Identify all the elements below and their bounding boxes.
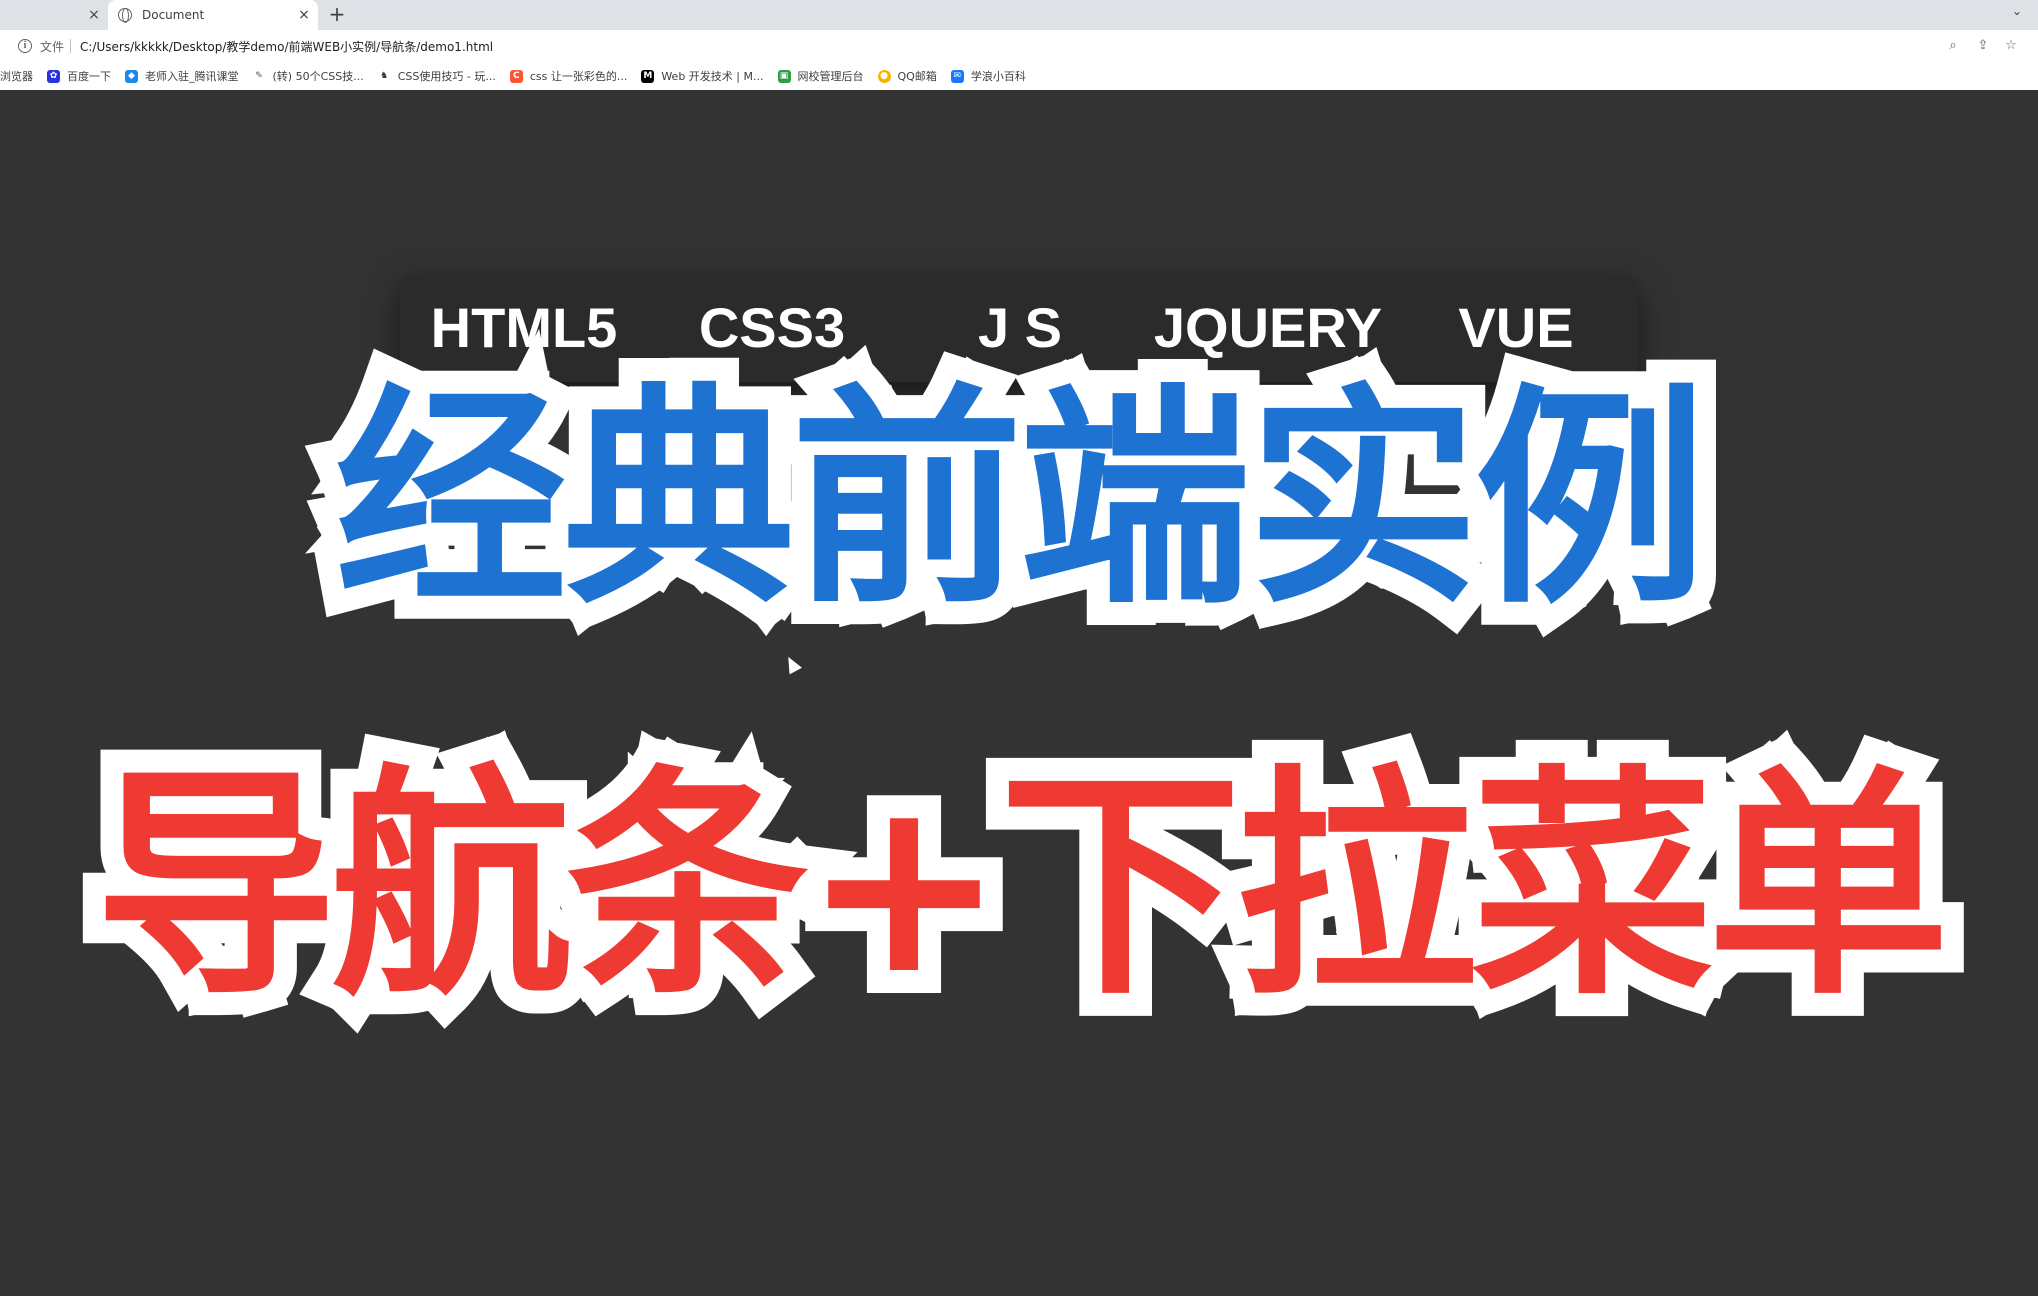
- csdn-icon: C: [509, 69, 523, 83]
- share-icon[interactable]: ⇪: [1974, 37, 1992, 55]
- bookmark-item[interactable]: ✎ (转) 50个CSS技...: [253, 68, 364, 84]
- url-input[interactable]: C:/Users/kkkkk/Desktop/教学demo/前端WEB小实例/导…: [80, 38, 493, 55]
- bookmark-item[interactable]: ♞ CSS使用技巧 - 玩...: [378, 68, 496, 84]
- bookmark-item[interactable]: 浏览器: [0, 68, 33, 84]
- juejin-icon: ♞: [380, 70, 389, 81]
- bookmark-label: css 让一张彩色的...: [529, 70, 628, 83]
- xuelang-icon: ✉: [950, 69, 964, 83]
- page-viewport: HTML5 CSS3 J S JQUERY VUE: [0, 90, 2038, 1296]
- file-label: 文件: [40, 40, 65, 54]
- bookmark-label: 浏览器: [0, 70, 33, 83]
- tencent-classroom-icon: ◆: [125, 69, 138, 83]
- bookmark-label: 百度一下: [67, 70, 111, 83]
- bookmark-item[interactable]: M Web 开发技术 | M...: [641, 68, 764, 84]
- bookmark-item[interactable]: ▣ 网校管理后台: [777, 68, 864, 84]
- tab-title: Document: [142, 8, 205, 22]
- tab-close-icon[interactable]: ×: [86, 7, 102, 23]
- bookmark-label: 老师入驻_腾讯课堂: [145, 70, 239, 83]
- bookmark-star-icon[interactable]: ☆: [2002, 37, 2020, 55]
- bookmark-item[interactable]: ✿ 百度一下: [47, 68, 111, 84]
- baidu-paw-icon: ✿: [47, 69, 60, 83]
- bookmark-label: 网校管理后台: [797, 70, 864, 83]
- bookmark-item[interactable]: ◆ 老师入驻_腾讯课堂: [125, 68, 239, 84]
- globe-icon: [118, 8, 132, 23]
- bookmark-item[interactable]: ✉ 学浪小百科: [950, 68, 1026, 84]
- headline-line-2: 导航条+下拉菜单: [72, 729, 1973, 1045]
- info-icon[interactable]: i: [18, 39, 32, 53]
- bookmark-label: CSS使用技巧 - 玩...: [397, 70, 496, 83]
- bookmark-item[interactable]: ● QQ邮箱: [877, 68, 937, 84]
- bookmark-label: QQ邮箱: [897, 70, 937, 83]
- bookmark-label: 学浪小百科: [970, 70, 1026, 83]
- bookmark-item[interactable]: Ccss 让一张彩色的...: [509, 68, 628, 84]
- school-admin-icon: ▣: [777, 69, 791, 83]
- mdn-icon: M: [641, 69, 655, 83]
- tab-strip: × Document × + ⌄: [0, 0, 2038, 30]
- bookmarks-bar: 浏览器 ✿ 百度一下 ◆ 老师入驻_腾讯课堂 ✎ (转) 50个CSS技... ♞ CS…: [0, 62, 2038, 90]
- bookmark-label: (转) 50个CSS技...: [272, 70, 364, 83]
- tab-active[interactable]: Document ×: [108, 0, 318, 30]
- tab-close-icon[interactable]: ×: [296, 7, 312, 23]
- url-divider: [70, 39, 71, 53]
- chrome-icon: ●: [877, 69, 891, 83]
- bookmark-label: Web 开发技术 | M...: [661, 70, 764, 83]
- tab-search-chevron-icon[interactable]: ⌄: [2012, 4, 2022, 18]
- headline-line-1: 经典前端实例: [312, 347, 1730, 653]
- tab-previous[interactable]: ×: [0, 0, 108, 30]
- address-bar: i 文件 C:/Users/kkkkk/Desktop/教学demo/前端WEB…: [0, 30, 2038, 62]
- quill-icon: ✎: [255, 70, 263, 81]
- zoom-icon[interactable]: ⌕: [1944, 37, 1962, 55]
- new-tab-button[interactable]: +: [326, 3, 348, 25]
